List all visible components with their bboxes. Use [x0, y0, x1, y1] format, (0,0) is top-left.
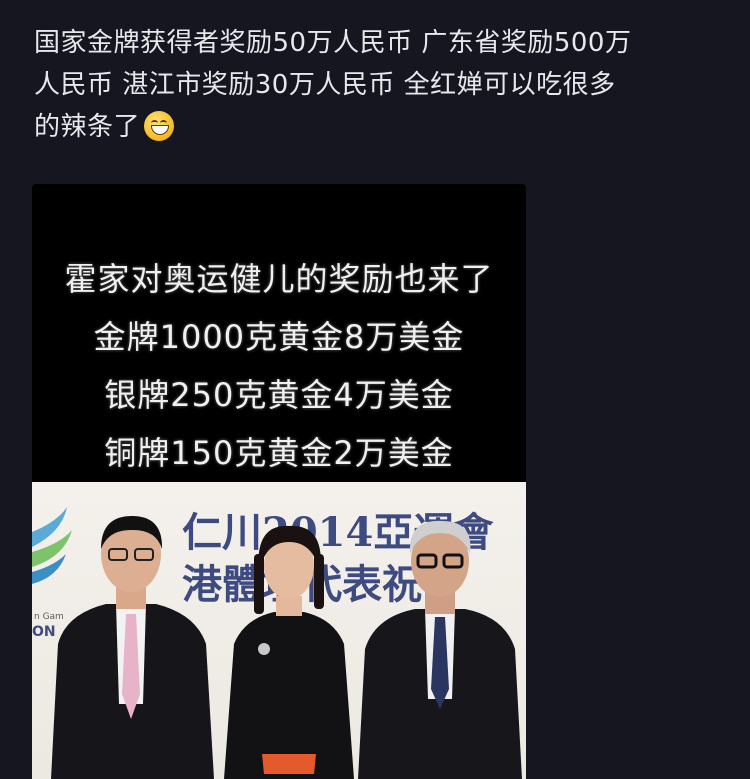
grinning-face-icon [144, 111, 175, 141]
post-text: 国家金牌获得者奖励50万人民币 广东省奖励500万 人民币 湛江市奖励30万人民… [34, 22, 724, 148]
caption-line-2: 金牌1000克黄金8万美金 [93, 318, 465, 356]
person-left [51, 516, 214, 779]
post-line-2: 人民币 湛江市奖励30万人民币 全红婵可以吃很多 [34, 70, 616, 100]
group-photo: n Gam ON 仁川2014亞運會 港體壇代表祝 [32, 482, 526, 779]
person-right [358, 520, 522, 779]
post-line-3: 的辣条了 [34, 106, 724, 148]
caption-line-4: 铜牌150克黄金2万美金 [104, 434, 454, 472]
post-image[interactable]: 霍家对奥运健儿的奖励也来了 金牌1000克黄金8万美金 银牌250克黄金4万美金… [32, 184, 526, 779]
post-line-1: 国家金牌获得者奖励50万人民币 广东省奖励500万 [34, 28, 632, 58]
post-line-3-text: 的辣条了 [34, 112, 141, 142]
caption-line-1: 霍家对奥运健儿的奖励也来了 [64, 260, 494, 298]
caption-line-3: 银牌250克黄金4万美金 [104, 376, 454, 414]
person-middle [224, 525, 354, 779]
image-caption: 霍家对奥运健儿的奖励也来了 金牌1000克黄金8万美金 银牌250克黄金4万美金… [32, 250, 526, 482]
